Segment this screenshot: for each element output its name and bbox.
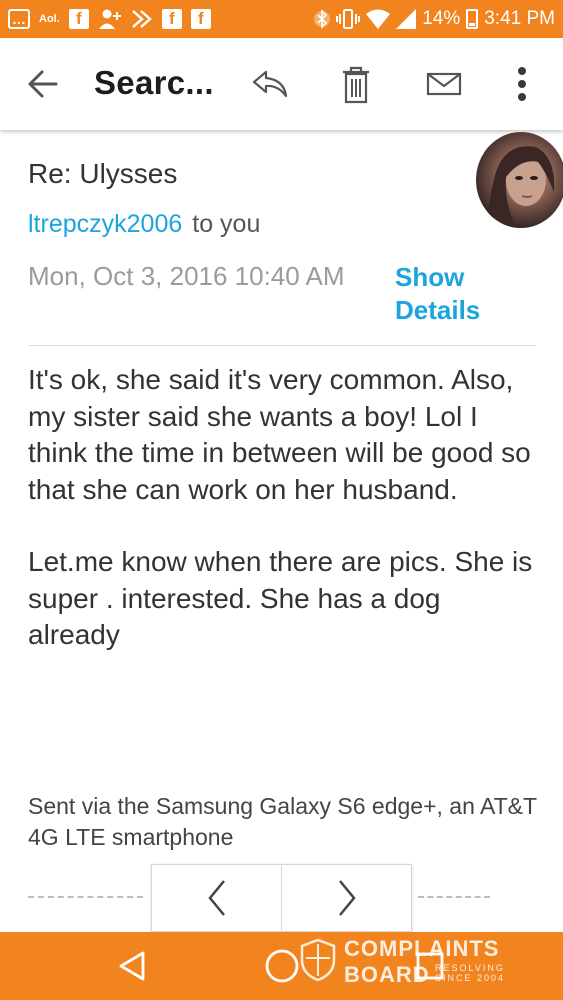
status-bar: … Aol. f f f 14% 3:41 PM [0,0,563,38]
system-status: 14% 3:41 PM [314,8,555,30]
wifi-icon [366,8,391,30]
aol-icon: Aol. [39,13,60,25]
facebook-icon: f [190,9,211,29]
message-body: It's ok, she said it's very common. Also… [28,362,538,690]
watermark-subtitle: BOARD [344,962,430,987]
more-vert-icon [518,67,526,101]
facebook-icon: f [161,9,182,29]
watermark: COMPLAINTS BOARD RESOLVING SINCE 2004 [300,936,530,996]
recipient-text: to you [192,210,261,238]
message-signature: Sent via the Samsung Galaxy S6 edge+, an… [28,793,537,850]
mail-icon [426,72,462,96]
clock-time: 3:41 PM [484,8,555,29]
message-datetime: Mon, Oct 3, 2016 10:40 AM [28,261,345,291]
nav-home-button[interactable] [262,946,302,986]
quote-separator [418,896,490,898]
chat-icon: … [8,9,30,29]
home-circle-icon [265,949,299,983]
facebook-icon: f [68,9,89,29]
previous-message-button[interactable] [152,865,281,931]
vibrate-icon [336,8,361,30]
signal-icon [396,8,417,30]
battery-icon [466,9,479,29]
back-triangle-icon [119,951,145,981]
divider [28,345,536,346]
chevron-right-icon [338,880,356,916]
sender-line: ltrepczyk2006 to you [28,210,260,239]
message-pager [151,864,412,932]
quote-separator [28,896,143,898]
show-details-link[interactable]: Show Details [395,261,505,327]
sender-link[interactable]: ltrepczyk2006 [28,210,182,238]
trash-icon [343,66,369,104]
watermark-title: COMPLAINTS [344,936,500,961]
notification-icons: … Aol. f f f [8,8,211,30]
app-bar: Searc... [0,38,563,130]
body-paragraph: It's ok, she said it's very common. Also… [28,364,531,505]
battery-percent: 14% [422,8,461,29]
nav-back-button[interactable] [112,946,152,986]
bluetooth-icon [314,8,331,30]
mark-mail-button[interactable] [422,62,466,106]
back-button[interactable] [26,68,60,100]
forward-arrows-icon [131,8,153,30]
next-message-button[interactable] [281,865,411,931]
reply-icon [252,70,288,98]
body-paragraph: Let.me know when there are pics. She is … [28,546,533,650]
watermark-tagline: RESOLVING SINCE 2004 [435,963,506,983]
chevron-left-icon [207,880,225,916]
message-subject: Re: Ulysses [28,158,178,189]
back-arrow-icon [28,70,58,98]
reply-button[interactable] [248,62,292,106]
overflow-menu-button[interactable] [500,62,544,106]
avatar[interactable] [476,132,563,228]
delete-button[interactable] [334,62,378,106]
add-friend-icon [98,8,122,30]
page-title: Searc... [94,64,214,101]
shield-icon [300,938,336,982]
